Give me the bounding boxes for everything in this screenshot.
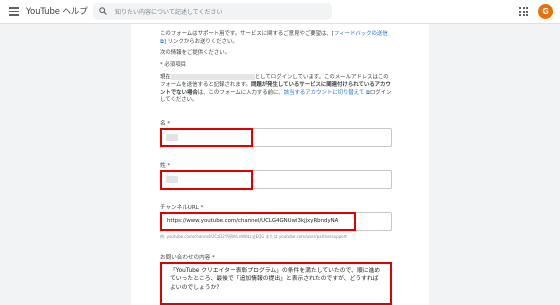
switch-account-link[interactable]: 該当するアカウントに切り替えて ⧉ [284, 90, 370, 96]
search-placeholder[interactable]: 知りたい内容について記述してください [115, 7, 222, 16]
required-note: * 必須項目 [160, 62, 186, 68]
apps-grid-icon[interactable] [519, 7, 528, 16]
highlight-last-name [160, 170, 253, 190]
account-avatar[interactable]: G [538, 4, 553, 19]
search-icon [99, 7, 107, 15]
highlight-inquiry [160, 262, 392, 305]
menu-icon[interactable] [8, 5, 20, 17]
top-bar: YouTube ヘルプ 知りたい内容について記述してください G [0, 0, 560, 24]
login-notice: 現在 としてログインしています。このメールアドレスはこのフォームを送信すると記録さ… [160, 74, 392, 104]
channel-url-label: チャンネルURL * [160, 205, 204, 211]
last-name-label: 姓 * [160, 163, 171, 169]
intro-text: このフォームはサポート用です。サービスに関するご意見やご要望は、[フィードバック… [160, 31, 388, 45]
intro-request: 次の情報をご提供ください。 [160, 50, 231, 56]
channel-url-hint: 例: youtube.com/channel/UCzD2Y9jWrLnW8Lcy… [160, 234, 347, 239]
redacted-email [170, 74, 255, 80]
inquiry-label: お問い合わせの内容 * [160, 255, 215, 261]
help-center-title[interactable]: YouTube ヘルプ [26, 5, 88, 17]
highlight-channel-url [160, 212, 356, 231]
search-box[interactable]: 知りたい内容について記述してください [93, 3, 332, 20]
highlight-first-name [160, 128, 253, 147]
first-name-label: 名 * [160, 121, 171, 127]
